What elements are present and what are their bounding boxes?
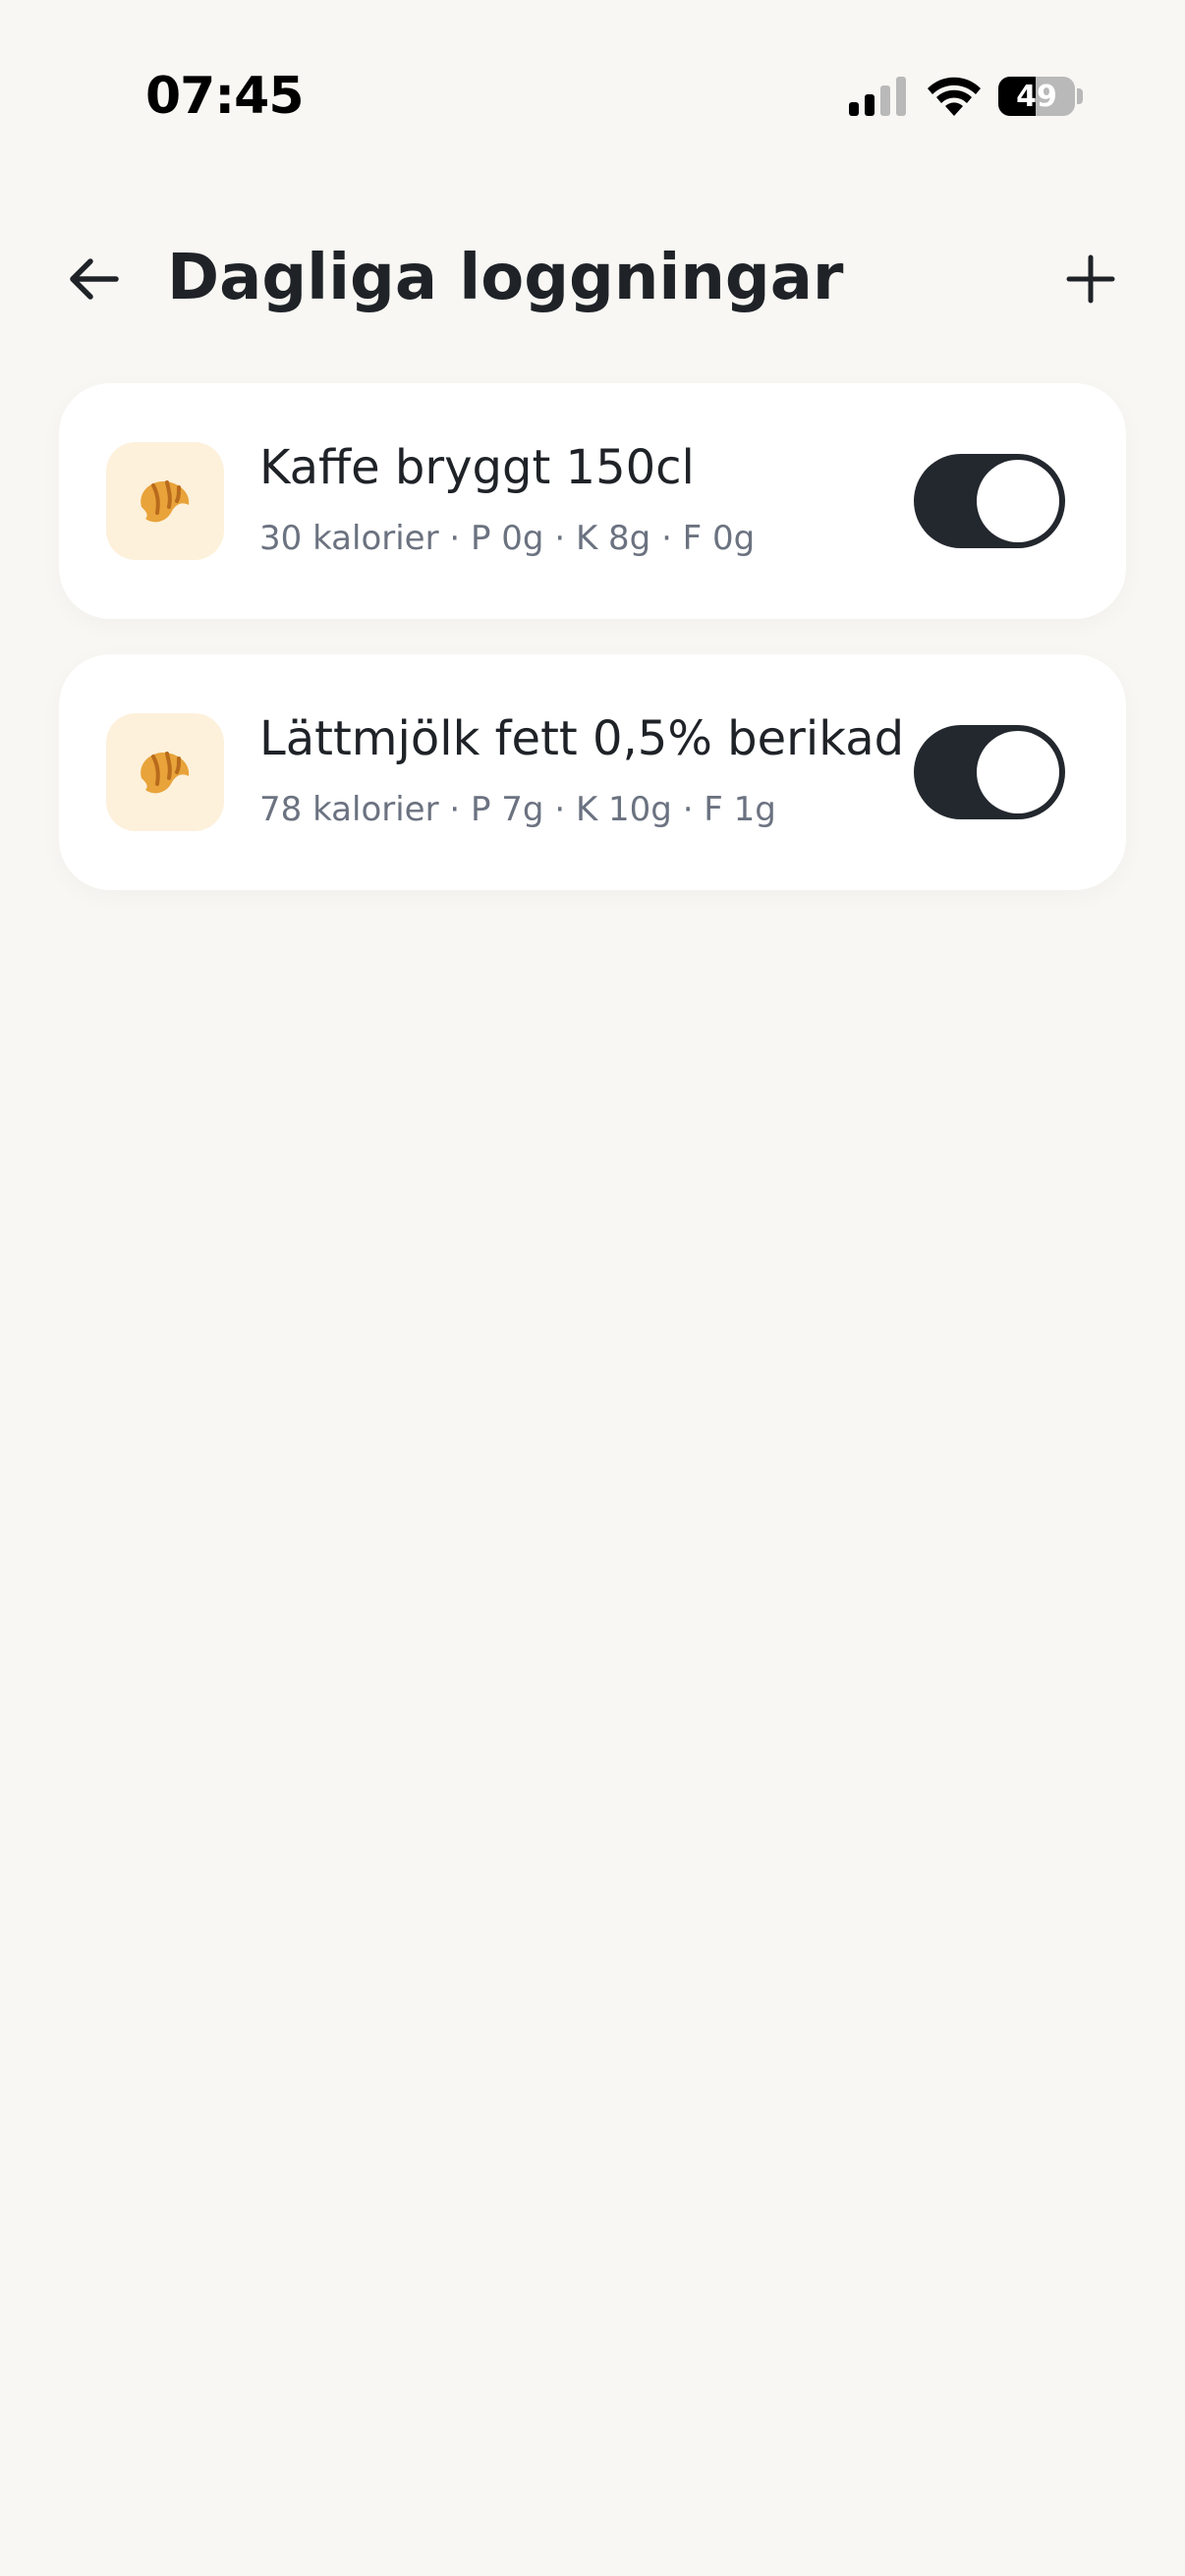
page-title: Dagliga loggningar: [167, 242, 844, 314]
wifi-icon: [928, 77, 981, 116]
battery-cap: [1077, 88, 1083, 104]
food-name: Lättmjölk fett 0,5% berikad: [259, 711, 905, 766]
toggle-knob: [977, 460, 1059, 542]
food-macros: 78 kalorier · P 7g · K 10g · F 1g: [259, 790, 776, 829]
croissant-icon: [141, 752, 190, 794]
log-toggle[interactable]: [914, 454, 1065, 548]
status-bar: 07:45 49: [0, 0, 1185, 147]
log-item[interactable]: Lättmjölk fett 0,5% berikad 78 kalorier …: [59, 654, 1126, 890]
toggle-knob: [977, 731, 1059, 813]
battery-level: 49: [1016, 79, 1057, 114]
back-button[interactable]: [59, 244, 130, 314]
plus-icon: [1066, 254, 1115, 304]
log-item[interactable]: Kaffe bryggt 150cl 30 kalorier · P 0g · …: [59, 383, 1126, 619]
status-time: 07:45: [145, 67, 305, 126]
food-name: Kaffe bryggt 150cl: [259, 440, 695, 495]
food-icon-tile: [106, 713, 224, 831]
croissant-icon: [141, 480, 190, 523]
battery-icon: 49: [998, 77, 1075, 116]
log-toggle[interactable]: [914, 725, 1065, 819]
add-button[interactable]: [1055, 244, 1126, 314]
header: Dagliga loggningar: [0, 226, 1185, 330]
log-list: Kaffe bryggt 150cl 30 kalorier · P 0g · …: [59, 383, 1126, 925]
screen: 07:45 49 Dagliga loggningar Kaffe bryggt…: [0, 0, 1185, 2576]
food-macros: 30 kalorier · P 0g · K 8g · F 0g: [259, 519, 756, 558]
arrow-left-icon: [70, 258, 119, 300]
food-icon-tile: [106, 442, 224, 560]
cellular-signal-icon: [849, 77, 906, 116]
